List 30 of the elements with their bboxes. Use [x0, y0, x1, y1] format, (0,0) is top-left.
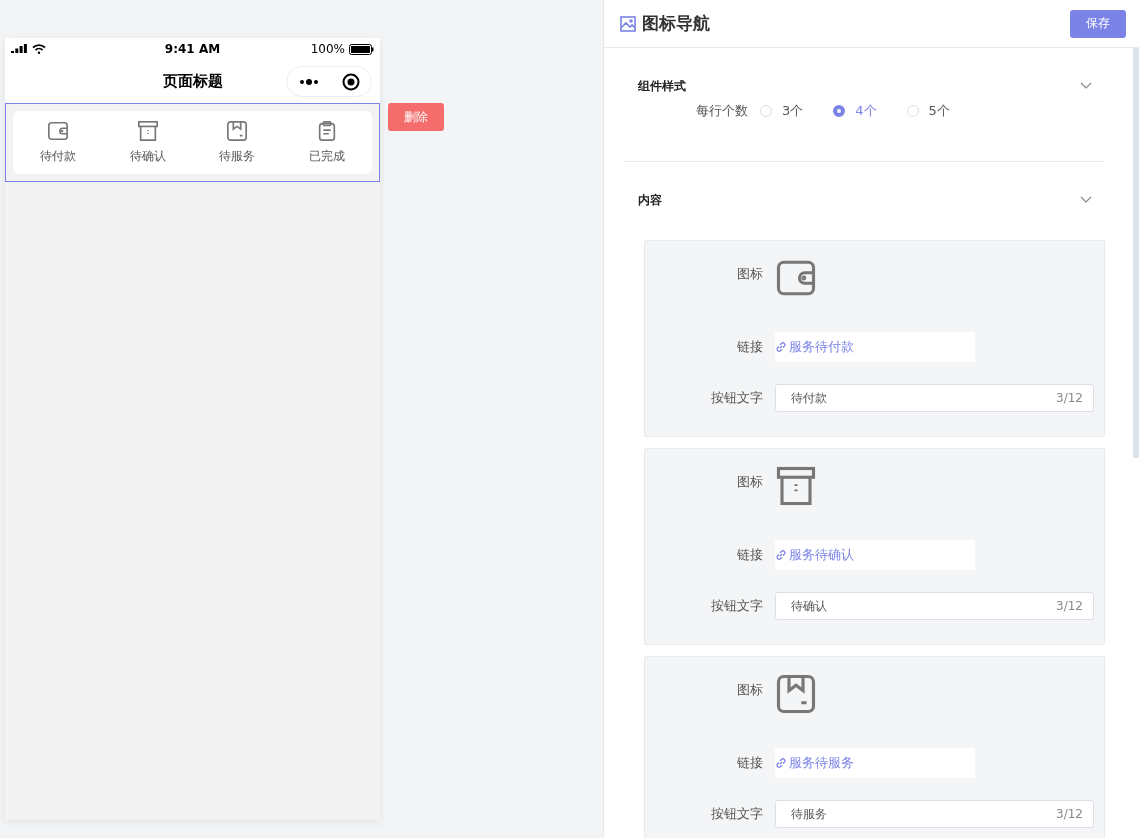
field-label: 图标 — [736, 473, 763, 491]
battery-percent: 100% — [310, 42, 345, 56]
field-label: 图标 — [736, 681, 763, 699]
nav-label[interactable]: 已完成 — [309, 148, 346, 165]
text-input[interactable]: 待确认 3/12 — [775, 592, 1094, 620]
page-title: 页面标题 — [162, 72, 223, 91]
field-label: 链接 — [736, 754, 763, 772]
nav-label[interactable]: 待服务 — [219, 148, 256, 165]
section-title: 内容 — [638, 191, 662, 209]
field-label: 每行个数 — [696, 102, 748, 120]
radio-option[interactable]: 3个 — [760, 102, 804, 120]
selected-component-outline[interactable]: 待付款 待确认 待服务 已完成 — [5, 103, 380, 182]
text-input[interactable]: 待服务 3/12 — [775, 800, 1094, 828]
section-title: 组件样式 — [638, 77, 686, 95]
link-field[interactable]: 服务待服务 — [775, 748, 975, 778]
nav-label[interactable]: 待付款 — [39, 148, 76, 165]
nav-label[interactable]: 待确认 — [129, 148, 166, 165]
link-field[interactable]: 服务待确认 — [775, 540, 975, 570]
text-input[interactable]: 待付款 3/12 — [775, 384, 1094, 412]
radio-option[interactable]: 4个 — [833, 102, 877, 120]
field-label: 按钮文字 — [710, 597, 763, 615]
field-label: 按钮文字 — [710, 389, 763, 407]
radio-option[interactable]: 5个 — [906, 102, 950, 120]
field-label: 按钮文字 — [710, 805, 763, 823]
field-label: 链接 — [736, 546, 763, 564]
panel-title: 图标导航 — [642, 12, 710, 35]
status-time: 9:41 AM — [164, 42, 221, 56]
field-label: 链接 — [736, 338, 763, 356]
link-field[interactable]: 服务待付款 — [775, 332, 975, 362]
field-label: 图标 — [736, 265, 763, 283]
